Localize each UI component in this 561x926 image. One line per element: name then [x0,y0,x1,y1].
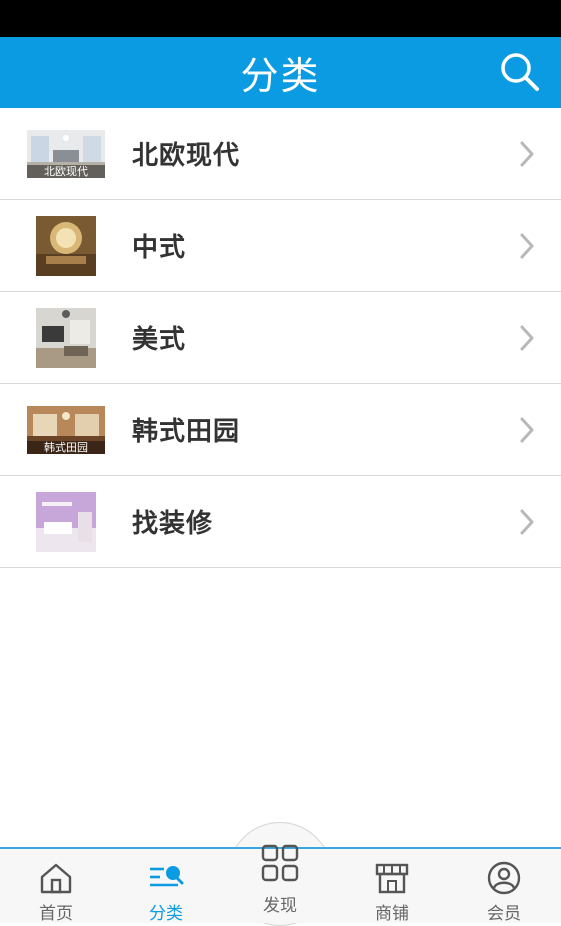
category-list: 北欧现代 北欧现代 中式 美式 韩式田园 韩式田园 找装修 [0,108,561,568]
list-item-label: 韩式田园 [132,417,241,447]
thumbnail-image: 北欧现代 [27,129,105,178]
thumbnail-image [36,491,96,552]
list-item-korean-pastoral[interactable]: 韩式田园 韩式田园 [0,384,561,476]
thumbnail-image [36,307,96,368]
grid-icon [261,844,299,882]
search-button[interactable] [499,51,541,93]
status-bar [0,0,561,37]
tab-label: 首页 [39,904,73,924]
category-icon [150,866,184,887]
thumbnail-container: 韩式田园 [0,384,132,476]
list-item-nordic-modern[interactable]: 北欧现代 北欧现代 [0,108,561,200]
chevron-right-icon [520,509,534,535]
thumbnail-container [0,200,132,292]
chevron-right-icon [520,325,534,351]
thumbnail-caption: 韩式田园 [27,440,105,454]
tab-label: 分类 [149,904,183,924]
thumbnail-caption: 北欧现代 [27,164,105,178]
list-item-label: 中式 [132,233,187,263]
home-icon [40,863,72,894]
list-item-label: 北欧现代 [132,141,241,171]
shop-icon [375,863,409,894]
tab-label: 发现 [263,896,297,916]
app-header: 分类 [0,37,561,108]
tab-category[interactable]: 分类 [110,849,222,925]
user-icon [487,861,521,895]
chevron-right-icon [520,141,534,167]
search-icon [501,53,539,91]
thumbnail-image: 韩式田园 [27,405,105,454]
list-item-american[interactable]: 美式 [0,292,561,384]
thumbnail-image [36,215,96,276]
tab-label: 会员 [487,904,521,924]
chevron-right-icon [520,417,534,443]
tab-discover[interactable]: 发现 [224,843,336,919]
bottom-tab-bar: 首页 分类 发现 商铺 会员 [0,844,561,925]
thumbnail-container [0,292,132,384]
list-item-label: 找装修 [132,509,214,539]
tab-label: 商铺 [375,904,409,924]
page-title: 分类 [240,54,321,98]
thumbnail-container: 北欧现代 [0,108,132,200]
tab-home[interactable]: 首页 [0,849,112,925]
chevron-right-icon [520,233,534,259]
thumbnail-container [0,476,132,568]
tab-member[interactable]: 会员 [448,849,560,925]
tab-shop[interactable]: 商铺 [336,849,448,925]
list-item-chinese[interactable]: 中式 [0,200,561,292]
list-item-find-decoration[interactable]: 找装修 [0,476,561,568]
list-item-label: 美式 [132,325,187,355]
